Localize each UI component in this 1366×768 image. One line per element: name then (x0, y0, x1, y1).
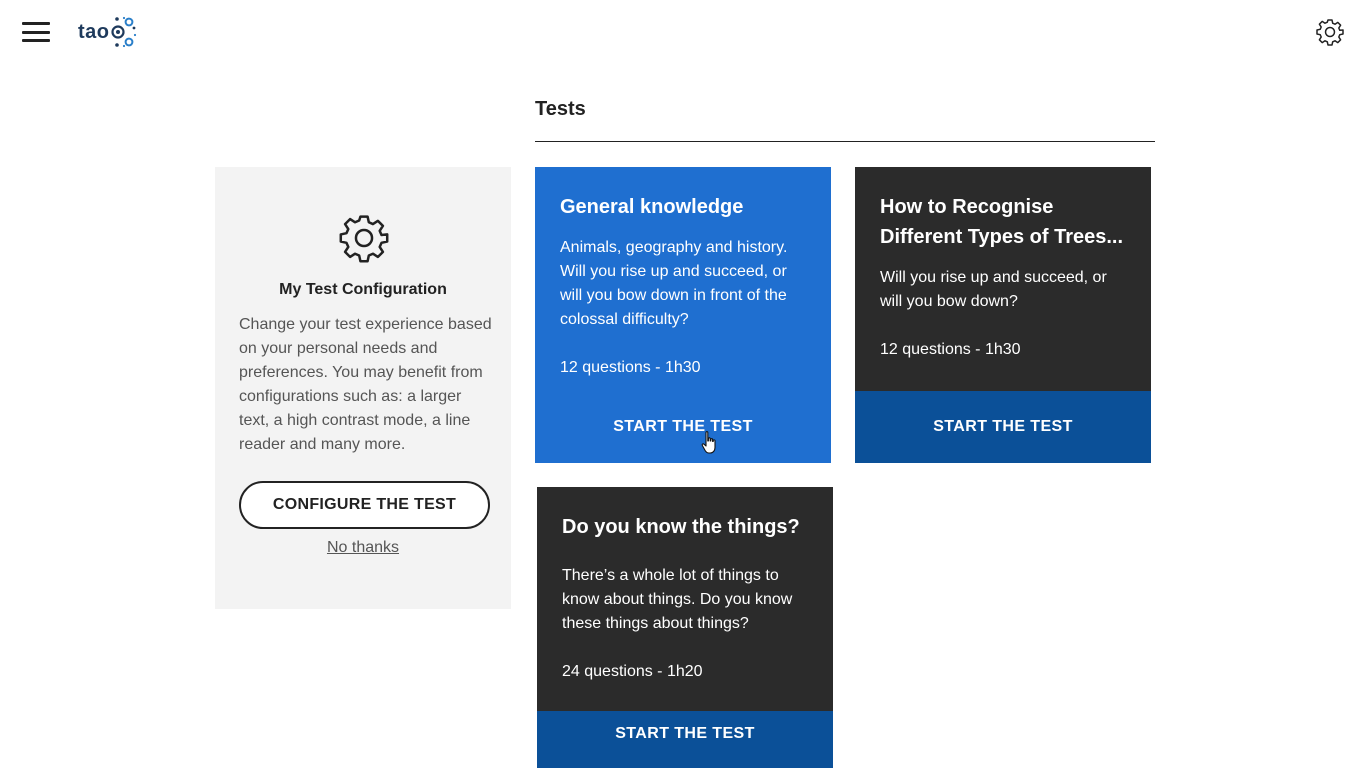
test-title: General knowledge (560, 196, 744, 218)
test-description: There’s a whole lot of things to know ab… (562, 567, 793, 632)
config-title: My Test Configuration (279, 281, 447, 298)
page-title: Tests (535, 98, 586, 120)
config-description: Change your test experience based on you… (239, 316, 492, 453)
test-meta: 12 questions - 1h30 (880, 341, 1021, 358)
test-meta: 24 questions - 1h20 (562, 663, 703, 680)
test-card: Do you know the things? There’s a whole … (537, 487, 833, 768)
logo-text: tao (78, 20, 110, 43)
test-meta: 12 questions - 1h30 (560, 359, 701, 376)
hamburger-menu-icon[interactable] (22, 22, 50, 42)
settings-gear-icon[interactable] (1316, 18, 1344, 46)
test-card: How to Recognise Different Types of Tree… (855, 167, 1151, 463)
configure-test-button[interactable]: CONFIGURE THE TEST (239, 481, 490, 529)
no-thanks-link[interactable]: No thanks (215, 539, 511, 557)
test-description: Animals, geography and history. Will you… (560, 239, 788, 328)
test-description: Will you rise up and succeed, or will yo… (880, 269, 1107, 310)
test-card: General knowledge Animals, geography and… (535, 167, 831, 463)
start-test-button[interactable]: START THE TEST (535, 391, 831, 463)
gear-icon (339, 213, 389, 263)
config-card: My Test Configuration Change your test e… (215, 167, 511, 609)
test-title: Do you know the things? (562, 516, 800, 538)
test-title: How to Recognise Different Types of Tree… (880, 196, 1124, 248)
title-divider (535, 141, 1155, 142)
tao-logo[interactable]: tao (78, 14, 138, 50)
start-test-button[interactable]: START THE TEST (537, 711, 833, 768)
logo-dots-icon (110, 16, 136, 48)
start-test-button[interactable]: START THE TEST (855, 391, 1151, 463)
top-bar: tao (0, 0, 1366, 64)
